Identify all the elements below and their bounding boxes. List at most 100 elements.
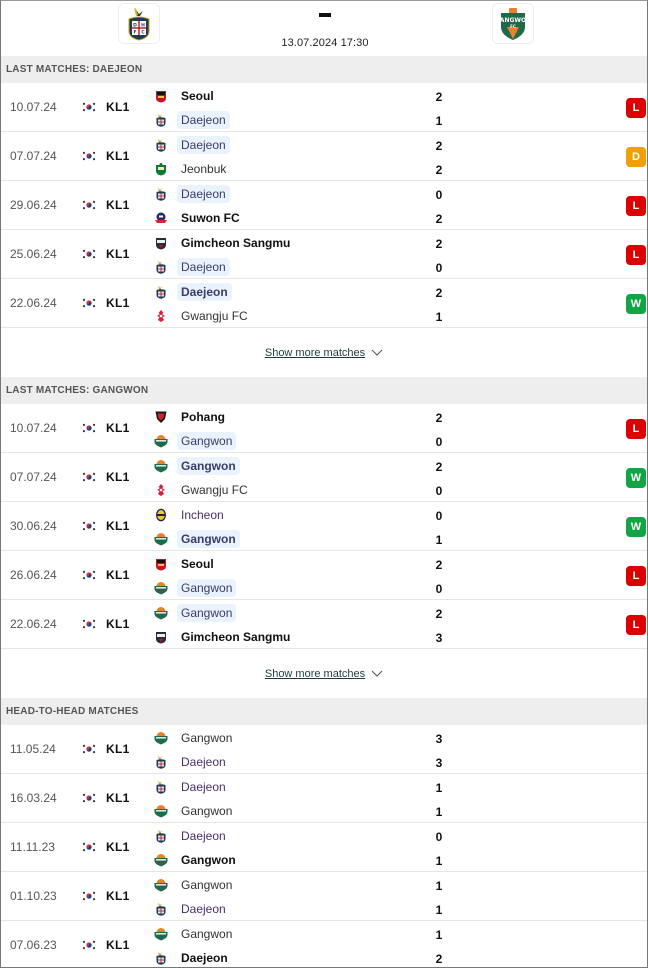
- home-team[interactable]: Pohang: [154, 407, 229, 427]
- away-team[interactable]: Daejeon: [154, 110, 230, 130]
- match-row[interactable]: 07.07.24 KL1 Gangwon Gwangju FC 2 0 W: [1, 453, 647, 502]
- match-row[interactable]: 25.06.24 KL1 Gimcheon Sangmu Daejeon 2 0…: [1, 230, 647, 279]
- away-team[interactable]: Gwangju FC: [154, 306, 252, 326]
- match-row[interactable]: 22.06.24 KL1 Daejeon Gwangju FC 2 1 W: [1, 279, 647, 328]
- result-badge: L: [626, 196, 646, 216]
- away-team[interactable]: Daejeon: [154, 899, 230, 919]
- away-team[interactable]: Daejeon: [154, 948, 232, 967]
- daejeon-logo-icon: [154, 260, 168, 274]
- home-team-name: Gangwon: [177, 604, 237, 622]
- result-badge: W: [626, 468, 646, 488]
- pohang-logo-icon: [154, 410, 168, 424]
- show-more-matches-link[interactable]: Show more matches: [265, 347, 383, 359]
- away-team-name: Daejeon: [181, 755, 226, 769]
- show-more-matches-link[interactable]: Show more matches: [265, 668, 383, 680]
- home-team-name: Seoul: [181, 557, 214, 571]
- league-code[interactable]: KL1: [106, 279, 130, 327]
- match-date: 30.06.24: [10, 519, 57, 533]
- league-code[interactable]: KL1: [106, 725, 130, 773]
- away-team[interactable]: Gwangju FC: [154, 480, 252, 500]
- league-code[interactable]: KL1: [106, 453, 130, 501]
- league-code[interactable]: KL1: [106, 230, 130, 278]
- away-team[interactable]: Daejeon: [154, 257, 230, 277]
- match-row[interactable]: 01.10.23 KL1 Gangwon Daejeon 1 1: [1, 872, 647, 921]
- away-team[interactable]: Daejeon: [154, 752, 230, 772]
- league-code[interactable]: KL1: [106, 921, 130, 967]
- league-code[interactable]: KL1: [106, 823, 130, 871]
- match-row[interactable]: 16.03.24 KL1 Daejeon Gangwon 1 1: [1, 774, 647, 823]
- away-team[interactable]: Suwon FC: [154, 208, 244, 228]
- gangwon-logo-icon: [154, 853, 168, 867]
- match-row[interactable]: 29.06.24 KL1 Daejeon Suwon FC 0 2 L: [1, 181, 647, 230]
- home-team[interactable]: Gangwon: [154, 603, 237, 623]
- match-row[interactable]: 10.07.24 KL1 Pohang Gangwon 2 0 L: [1, 404, 647, 453]
- league-code[interactable]: KL1: [106, 600, 130, 648]
- home-score: 1: [435, 879, 443, 893]
- league-code[interactable]: KL1: [106, 181, 130, 229]
- home-team[interactable]: Gangwon: [154, 875, 236, 895]
- gangwon-logo-icon: [154, 606, 168, 620]
- away-team[interactable]: Gimcheon Sangmu: [154, 627, 294, 647]
- match-row[interactable]: 10.07.24 KL1 Seoul Daejeon 2 1 L: [1, 83, 647, 132]
- match-row[interactable]: 11.05.24 KL1 Gangwon Daejeon 3 3: [1, 725, 647, 774]
- away-team-logo[interactable]: GANGWON FC: [492, 3, 534, 44]
- south-korea-flag-icon: [82, 521, 96, 531]
- match-row[interactable]: 07.07.24 KL1 Daejeon Jeonbuk 2 2 D: [1, 132, 647, 181]
- league-code[interactable]: KL1: [106, 774, 130, 822]
- away-team-name: Gangwon: [177, 432, 237, 450]
- daejeon-logo-icon: [154, 755, 168, 769]
- home-team[interactable]: Seoul: [154, 554, 218, 574]
- match-row[interactable]: 22.06.24 KL1 Gangwon Gimcheon Sangmu 2 3…: [1, 600, 647, 649]
- away-score: 1: [435, 310, 443, 324]
- home-team[interactable]: Gangwon: [154, 924, 236, 944]
- gangwon-logo-icon: [154, 878, 168, 892]
- home-team[interactable]: Seoul: [154, 86, 218, 106]
- section-title: LAST MATCHES: GANGWON: [6, 385, 149, 396]
- home-score: 2: [435, 139, 443, 153]
- result-badge: W: [626, 294, 646, 314]
- home-score: 0: [435, 830, 443, 844]
- south-korea-flag-icon: [82, 842, 96, 852]
- league-code[interactable]: KL1: [106, 872, 130, 920]
- home-team[interactable]: Gimcheon Sangmu: [154, 233, 294, 253]
- home-team[interactable]: Daejeon: [154, 135, 230, 155]
- away-team-name: Jeonbuk: [181, 162, 227, 176]
- away-team[interactable]: Gangwon: [154, 801, 236, 821]
- svg-text:F: F: [133, 29, 136, 35]
- home-team[interactable]: Daejeon: [154, 777, 230, 797]
- home-team[interactable]: Gangwon: [154, 456, 240, 476]
- away-team[interactable]: Gangwon: [154, 431, 237, 451]
- match-row[interactable]: 11.11.23 KL1 Daejeon Gangwon 0 1: [1, 823, 647, 872]
- match-row[interactable]: 26.06.24 KL1 Seoul Gangwon 2 0 L: [1, 551, 647, 600]
- away-team-name: Daejeon: [177, 258, 230, 276]
- south-korea-flag-icon: [82, 744, 96, 754]
- home-team[interactable]: Daejeon: [154, 826, 230, 846]
- league-code[interactable]: KL1: [106, 132, 130, 180]
- home-team[interactable]: Incheon: [154, 505, 228, 525]
- match-row[interactable]: 07.06.23 KL1 Gangwon Daejeon 1 2: [1, 921, 647, 967]
- away-team[interactable]: Gangwon: [154, 578, 237, 598]
- home-team[interactable]: Gangwon: [154, 728, 236, 748]
- gangwon-logo-icon: [154, 434, 168, 448]
- home-team-name: Gangwon: [181, 731, 233, 745]
- home-team-name: Seoul: [181, 89, 214, 103]
- league-code[interactable]: KL1: [106, 83, 130, 131]
- league-code[interactable]: KL1: [106, 404, 130, 452]
- gangwon-logo-icon: [154, 581, 168, 595]
- home-score: 2: [435, 558, 443, 572]
- match-list: 11.05.24 KL1 Gangwon Daejeon 3 3 16.03.2…: [1, 725, 647, 967]
- away-team[interactable]: Gangwon: [154, 850, 240, 870]
- match-row[interactable]: 30.06.24 KL1 Incheon Gangwon 0 1 W: [1, 502, 647, 551]
- home-team-name: Daejeon: [177, 185, 230, 203]
- away-team[interactable]: Gangwon: [154, 529, 240, 549]
- section-title: HEAD-TO-HEAD MATCHES: [6, 706, 139, 717]
- away-team-name: Gangwon: [177, 530, 240, 548]
- league-code[interactable]: KL1: [106, 551, 130, 599]
- league-code[interactable]: KL1: [106, 502, 130, 550]
- daejeon-logo-icon: [154, 951, 168, 965]
- home-team[interactable]: Daejeon: [154, 282, 232, 302]
- gangwon-logo-icon: [154, 731, 168, 745]
- south-korea-flag-icon: [82, 472, 96, 482]
- away-team[interactable]: Jeonbuk: [154, 159, 230, 179]
- home-team[interactable]: Daejeon: [154, 184, 230, 204]
